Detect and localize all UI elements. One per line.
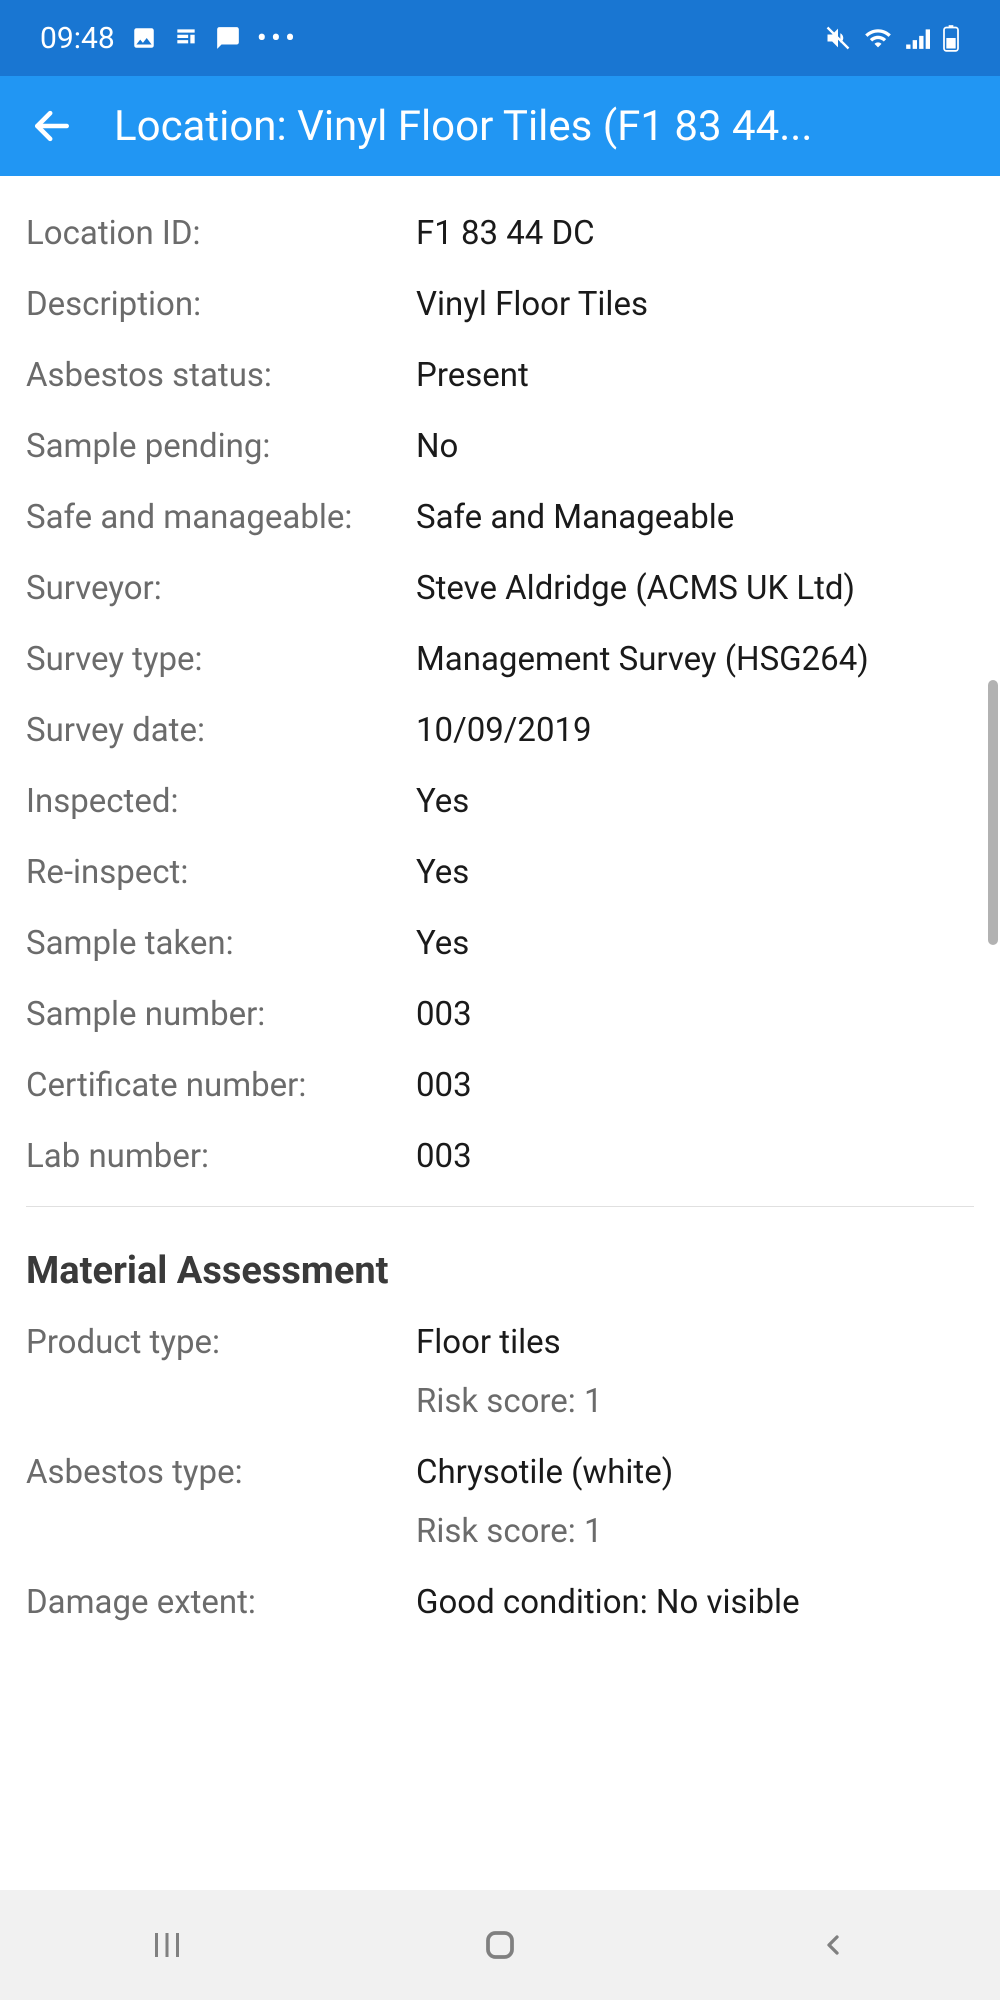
battery-icon bbox=[942, 24, 960, 52]
detail-row: Surveyor: Steve Aldridge (ACMS UK Ltd) bbox=[26, 553, 974, 624]
detail-row: Inspected: Yes bbox=[26, 766, 974, 837]
detail-label: Sample number: bbox=[26, 995, 416, 1034]
wifi-icon bbox=[864, 24, 892, 52]
detail-value: 003 bbox=[416, 1137, 974, 1176]
assessment-value: Floor tiles Risk score: 1 bbox=[416, 1323, 974, 1421]
detail-value: Steve Aldridge (ACMS UK Ltd) bbox=[416, 569, 974, 608]
detail-row: Survey date: 10/09/2019 bbox=[26, 695, 974, 766]
detail-value: Yes bbox=[416, 782, 974, 821]
image-icon bbox=[131, 25, 157, 51]
detail-label: Location ID: bbox=[26, 214, 416, 253]
detail-label: Inspected: bbox=[26, 782, 416, 821]
content-area: Location ID: F1 83 44 DC Description: Vi… bbox=[0, 176, 1000, 1638]
detail-label: Description: bbox=[26, 285, 416, 324]
detail-label: Certificate number: bbox=[26, 1066, 416, 1105]
app-bar: Location: Vinyl Floor Tiles (F1 83 44... bbox=[0, 76, 1000, 176]
detail-value: Management Survey (HSG264) bbox=[416, 640, 974, 679]
divider bbox=[26, 1206, 974, 1207]
detail-label: Asbestos status: bbox=[26, 356, 416, 395]
back-nav-button[interactable] bbox=[803, 1915, 863, 1975]
detail-value: 003 bbox=[416, 995, 974, 1034]
more-icon: ••• bbox=[257, 21, 299, 56]
detail-value: Safe and Manageable bbox=[416, 498, 974, 537]
detail-value: Yes bbox=[416, 853, 974, 892]
detail-row: Re-inspect: Yes bbox=[26, 837, 974, 908]
detail-row: Survey type: Management Survey (HSG264) bbox=[26, 624, 974, 695]
home-button[interactable] bbox=[470, 1915, 530, 1975]
chat-icon bbox=[215, 25, 241, 51]
status-time: 09:48 bbox=[40, 21, 115, 56]
detail-value: F1 83 44 DC bbox=[416, 214, 974, 253]
assessment-label: Product type: bbox=[26, 1323, 416, 1421]
detail-value: No bbox=[416, 427, 974, 466]
nav-bar bbox=[0, 1890, 1000, 2000]
detail-value: 10/09/2019 bbox=[416, 711, 974, 750]
assessment-value: Chrysotile (white) Risk score: 1 bbox=[416, 1453, 974, 1551]
detail-value: 003 bbox=[416, 1066, 974, 1105]
detail-row: Certificate number: 003 bbox=[26, 1050, 974, 1121]
section-title: Material Assessment bbox=[26, 1221, 974, 1307]
detail-row: Safe and manageable: Safe and Manageable bbox=[26, 482, 974, 553]
assessment-row: Damage extent: Good condition: No visibl… bbox=[26, 1567, 974, 1638]
detail-label: Survey date: bbox=[26, 711, 416, 750]
detail-label: Safe and manageable: bbox=[26, 498, 416, 537]
risk-score: Risk score: 1 bbox=[416, 1382, 974, 1421]
assessment-row: Asbestos type: Chrysotile (white) Risk s… bbox=[26, 1437, 974, 1567]
detail-value: Present bbox=[416, 356, 974, 395]
detail-label: Sample pending: bbox=[26, 427, 416, 466]
detail-label: Lab number: bbox=[26, 1137, 416, 1176]
detail-row: Location ID: F1 83 44 DC bbox=[26, 198, 974, 269]
detail-row: Sample pending: No bbox=[26, 411, 974, 482]
assessment-label: Damage extent: bbox=[26, 1583, 416, 1622]
assessment-label: Asbestos type: bbox=[26, 1453, 416, 1551]
status-bar: 09:48 ••• bbox=[0, 0, 1000, 76]
news-icon bbox=[173, 25, 199, 51]
detail-label: Survey type: bbox=[26, 640, 416, 679]
detail-label: Sample taken: bbox=[26, 924, 416, 963]
page-title: Location: Vinyl Floor Tiles (F1 83 44... bbox=[114, 102, 970, 151]
detail-row: Asbestos status: Present bbox=[26, 340, 974, 411]
back-button[interactable] bbox=[30, 104, 74, 148]
detail-row: Sample number: 003 bbox=[26, 979, 974, 1050]
detail-value: Yes bbox=[416, 924, 974, 963]
signal-icon bbox=[904, 25, 930, 51]
risk-score: Risk score: 1 bbox=[416, 1512, 974, 1551]
detail-row: Sample taken: Yes bbox=[26, 908, 974, 979]
detail-label: Re-inspect: bbox=[26, 853, 416, 892]
assessment-value: Good condition: No visible bbox=[416, 1583, 974, 1622]
detail-value: Vinyl Floor Tiles bbox=[416, 285, 974, 324]
assessment-row: Product type: Floor tiles Risk score: 1 bbox=[26, 1307, 974, 1437]
scrollbar[interactable] bbox=[988, 680, 998, 945]
detail-row: Description: Vinyl Floor Tiles bbox=[26, 269, 974, 340]
vibrate-icon bbox=[824, 24, 852, 52]
detail-label: Surveyor: bbox=[26, 569, 416, 608]
recents-button[interactable] bbox=[137, 1915, 197, 1975]
detail-row: Lab number: 003 bbox=[26, 1121, 974, 1192]
